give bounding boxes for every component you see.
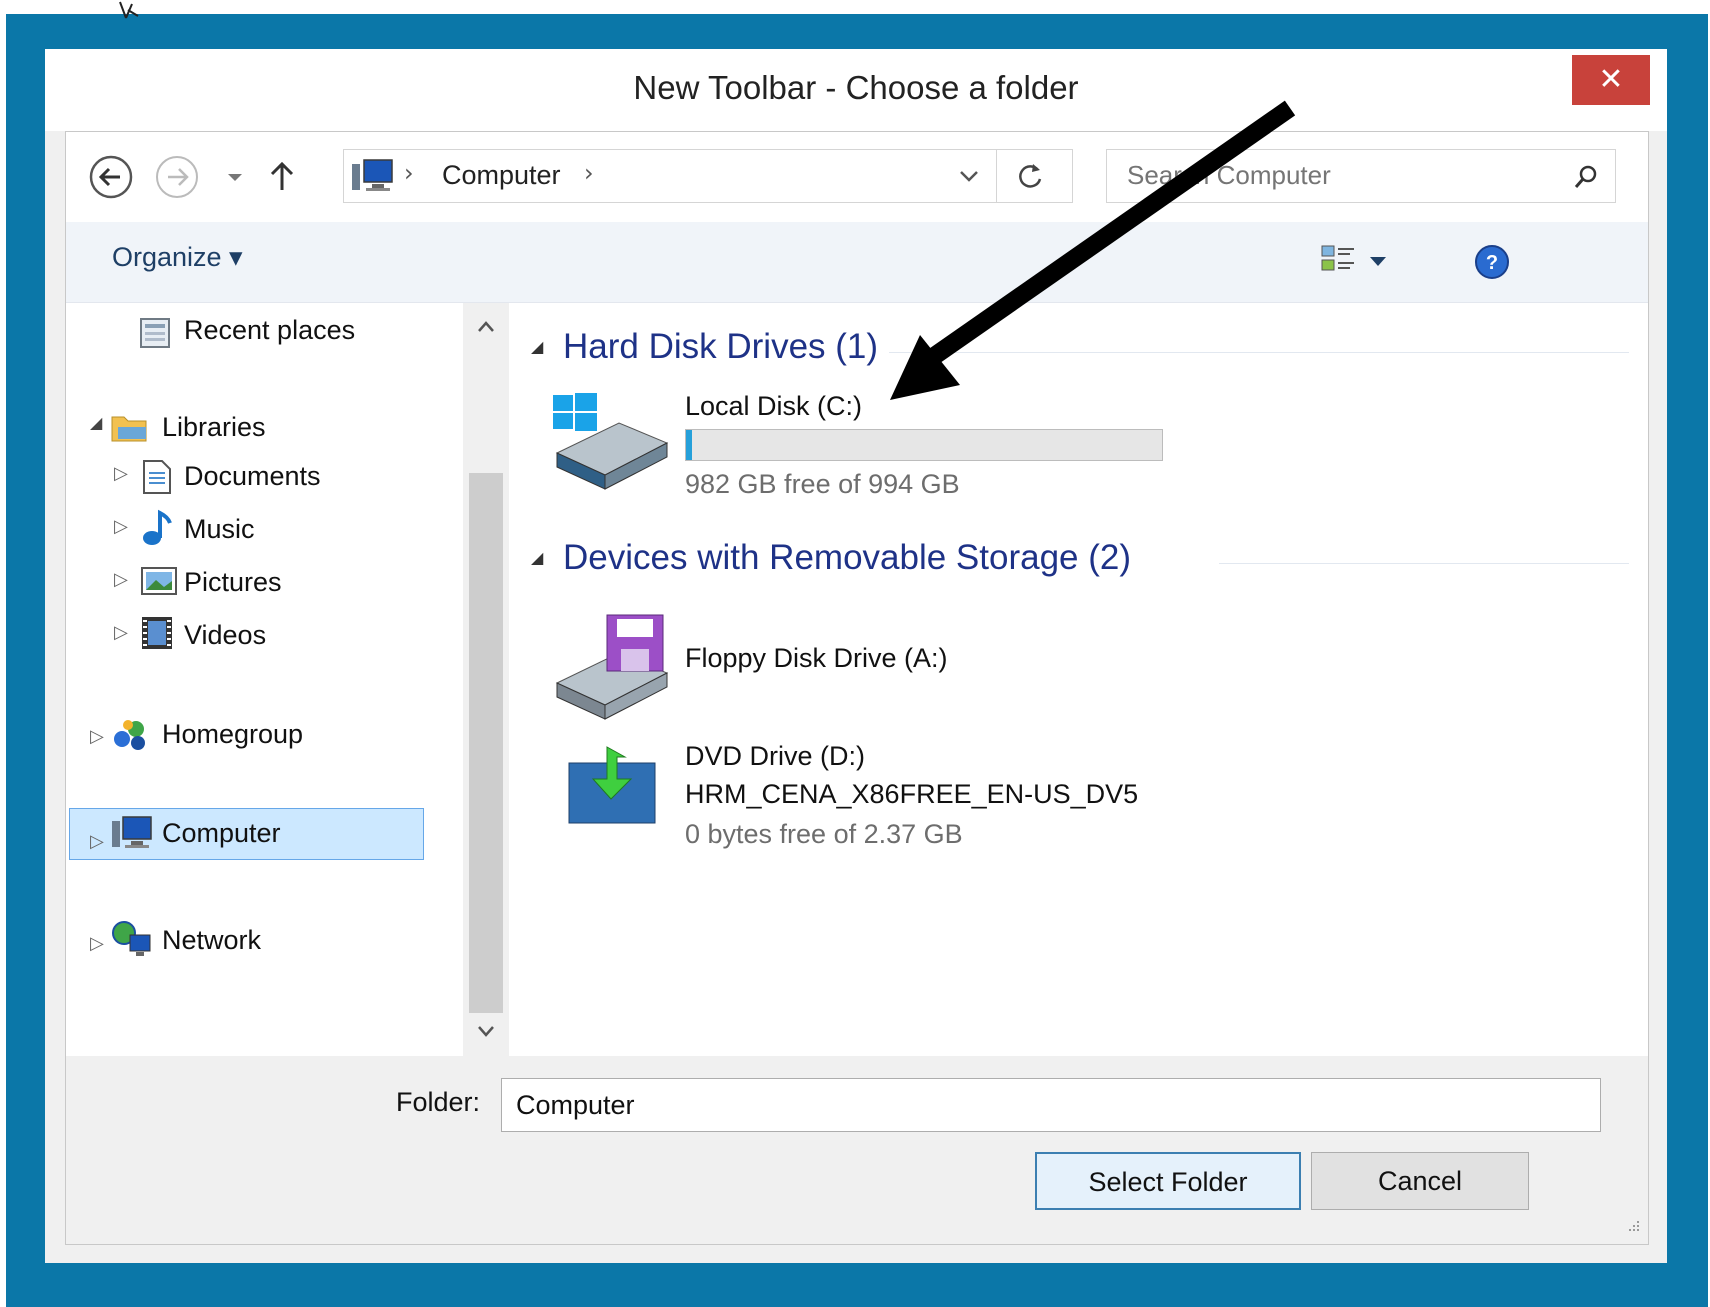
- documents-expand-icon[interactable]: ▷: [114, 463, 128, 484]
- libraries-expand-icon[interactable]: ◢: [90, 413, 102, 433]
- resize-grip-icon[interactable]: [1621, 1217, 1641, 1237]
- view-options-icon[interactable]: [1320, 242, 1364, 282]
- recent-locations-dropdown-icon[interactable]: [220, 154, 250, 200]
- folder-label: Folder:: [396, 1087, 481, 1117]
- select-folder-button[interactable]: Select Folder: [1035, 1152, 1301, 1210]
- nav-computer[interactable]: Computer: [162, 818, 281, 849]
- nav-scrollbar[interactable]: [466, 303, 506, 1056]
- dialog-body: › Computer › Search Computer Organize ▾ …: [65, 131, 1649, 1245]
- organize-menu[interactable]: Organize ▾: [112, 242, 243, 273]
- cancel-button[interactable]: Cancel: [1311, 1152, 1529, 1210]
- pictures-icon: [141, 567, 177, 595]
- nav-music[interactable]: Music: [184, 514, 255, 545]
- nav-libraries[interactable]: Libraries: [162, 412, 266, 443]
- music-expand-icon[interactable]: ▷: [114, 516, 128, 537]
- up-arrow-icon[interactable]: [262, 154, 302, 200]
- hard-disk-collapse-icon[interactable]: ◢: [531, 337, 543, 356]
- cursor-icon: [119, 1, 139, 19]
- navigation-pane: Recent places ◢ Libraries ▷ Documents ▷ …: [66, 303, 463, 1056]
- address-divider: [996, 150, 997, 202]
- hard-disk-group-header[interactable]: Hard Disk Drives (1): [563, 327, 878, 367]
- nav-homegroup[interactable]: Homegroup: [162, 719, 303, 750]
- scroll-down-icon[interactable]: [474, 1021, 498, 1041]
- homegroup-icon: [114, 720, 145, 750]
- recent-places-icon: [140, 318, 170, 348]
- floppy-drive-name: Floppy Disk Drive (A:): [685, 643, 948, 673]
- search-box[interactable]: [1106, 149, 1616, 203]
- floppy-drive-icon: [555, 614, 669, 720]
- pictures-expand-icon[interactable]: ▷: [114, 569, 128, 590]
- removable-group-header[interactable]: Devices with Removable Storage (2): [563, 538, 1131, 578]
- title-bar: New Toolbar - Choose a folder ✕: [45, 49, 1667, 131]
- computer-nav-icon: [112, 816, 152, 848]
- network-expand-icon[interactable]: ▷: [90, 933, 104, 954]
- folder-field[interactable]: [501, 1078, 1601, 1132]
- dvd-volume-label: HRM_CENA_X86FREE_EN-US_DV5: [685, 779, 1139, 809]
- dvd-drive-item[interactable]: DVD Drive (D:) HRM_CENA_X86FREE_EN-US_DV…: [549, 741, 1249, 863]
- dialog-window: New Toolbar - Choose a folder ✕ › Comput…: [45, 49, 1667, 1263]
- removable-divider: [1219, 563, 1629, 564]
- forward-icon[interactable]: [154, 154, 200, 200]
- window-title: New Toolbar - Choose a folder: [633, 69, 1079, 106]
- search-input[interactable]: [1127, 160, 1547, 191]
- close-button[interactable]: ✕: [1572, 55, 1650, 105]
- libraries-folder-icon: [111, 416, 147, 442]
- content-pane: ◢ Hard Disk Drives (1) Local Disk (C:) 9…: [509, 303, 1648, 1056]
- dvd-drive-space: 0 bytes free of 2.37 GB: [685, 819, 963, 849]
- hard-disk-divider: [889, 352, 1629, 353]
- scroll-thumb[interactable]: [469, 473, 503, 1013]
- local-disk-usage-fill: [686, 430, 692, 460]
- breadcrumb-computer[interactable]: Computer: [442, 160, 561, 191]
- help-icon[interactable]: ?: [1472, 242, 1512, 282]
- local-disk-item[interactable]: Local Disk (C:) 982 GB free of 994 GB: [549, 391, 1163, 503]
- breadcrumb-chevron-icon[interactable]: ›: [584, 159, 594, 187]
- search-icon[interactable]: [1571, 162, 1601, 192]
- local-disk-space: 982 GB free of 994 GB: [685, 469, 960, 499]
- back-icon[interactable]: [88, 154, 134, 200]
- address-bar[interactable]: › Computer ›: [343, 149, 1073, 203]
- scroll-up-icon[interactable]: [474, 317, 498, 337]
- computer-icon: [352, 159, 393, 191]
- navigation-bar: › Computer ›: [66, 132, 1648, 222]
- nav-videos[interactable]: Videos: [184, 620, 266, 651]
- floppy-drive-item[interactable]: Floppy Disk Drive (A:): [549, 613, 1129, 723]
- command-bar: Organize ▾ ?: [66, 222, 1648, 303]
- nav-pictures[interactable]: Pictures: [184, 567, 282, 598]
- svg-text:?: ?: [1486, 252, 1498, 274]
- nav-documents[interactable]: Documents: [184, 461, 321, 492]
- dvd-drive-icon: [568, 746, 656, 824]
- removable-collapse-icon[interactable]: ◢: [531, 548, 543, 567]
- music-icon: [143, 509, 172, 545]
- breadcrumb-separator-icon[interactable]: ›: [404, 159, 414, 187]
- homegroup-expand-icon[interactable]: ▷: [90, 726, 104, 747]
- nav-network[interactable]: Network: [162, 925, 261, 956]
- computer-expand-icon[interactable]: ▷: [90, 831, 104, 852]
- local-disk-icon: [553, 393, 669, 490]
- dvd-drive-name: DVD Drive (D:): [685, 741, 865, 771]
- videos-icon: [142, 617, 172, 649]
- documents-icon: [143, 460, 171, 494]
- local-disk-name: Local Disk (C:): [685, 391, 863, 421]
- view-dropdown-icon[interactable]: [1366, 250, 1390, 274]
- address-dropdown-icon[interactable]: [956, 164, 982, 188]
- refresh-icon[interactable]: [1014, 160, 1048, 192]
- nav-recent-places[interactable]: Recent places: [184, 315, 355, 346]
- videos-expand-icon[interactable]: ▷: [114, 622, 128, 643]
- network-icon: [112, 921, 151, 956]
- local-disk-usage-bar: [685, 429, 1163, 461]
